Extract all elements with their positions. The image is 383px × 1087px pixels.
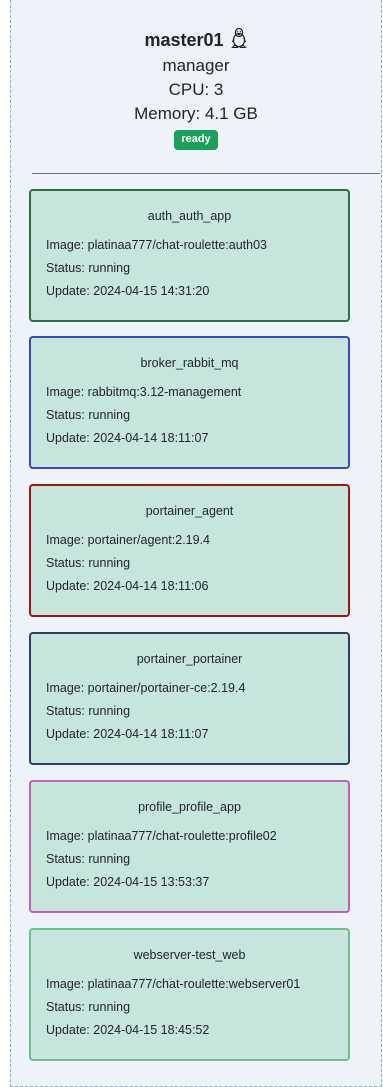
service-status: Status: running <box>46 261 131 275</box>
service-update: Update: 2024-04-14 18:11:07 <box>46 727 209 741</box>
service-update: Update: 2024-04-14 18:11:06 <box>46 579 209 593</box>
service-update: Update: 2024-04-14 18:11:07 <box>46 431 209 445</box>
service-name: broker_rabbit_mq <box>140 356 239 370</box>
service-card[interactable]: portainer_portainer Image: portainer/port… <box>29 632 350 765</box>
service-status: Status: running <box>46 704 131 718</box>
service-status: Status: running <box>46 556 131 570</box>
service-image: Image: platinaa777/chat-roulette:auth03 <box>46 238 267 252</box>
node-header: master01 manager CPU: 3 Memory: 4.1 GB r… <box>11 0 381 150</box>
service-image: Image: rabbitmq:3.12-management <box>46 385 242 399</box>
node-memory: Memory: 4.1 GB <box>134 104 258 123</box>
divider <box>32 173 380 174</box>
service-name: webserver-test_web <box>133 948 246 962</box>
service-image: Image: platinaa777/chat-roulette:profile… <box>46 829 277 843</box>
node-role: manager <box>162 56 230 75</box>
service-image: Image: portainer/portainer-ce:2.19.4 <box>46 681 246 695</box>
service-card[interactable]: broker_rabbit_mq Image: rabbitmq:3.12-man… <box>29 336 350 469</box>
service-card[interactable]: portainer_agent Image: portainer/agent:2.… <box>29 484 350 617</box>
service-update: Update: 2024-04-15 18:45:52 <box>46 1023 210 1037</box>
service-card[interactable]: webserver-test_web Image: platinaa777/cha… <box>29 928 350 1061</box>
service-status: Status: running <box>46 408 131 422</box>
status-badge: ready <box>174 130 218 150</box>
service-name: auth_auth_app <box>147 209 232 223</box>
service-image: Image: platinaa777/chat-roulette:webserv… <box>46 977 301 991</box>
service-name: portainer_portainer <box>136 652 243 666</box>
service-update: Update: 2024-04-15 14:31:20 <box>46 284 210 298</box>
node-title-row: master01 <box>11 27 381 53</box>
linux-penguin-icon <box>230 27 248 49</box>
service-status: Status: running <box>46 852 131 866</box>
service-name: portainer_agent <box>145 504 234 518</box>
service-update: Update: 2024-04-15 13:53:37 <box>46 875 210 889</box>
service-image: Image: portainer/agent:2.19.4 <box>46 533 211 547</box>
service-status: Status: running <box>46 1000 131 1014</box>
service-card[interactable]: profile_profile_app Image: platinaa777/ch… <box>29 780 350 913</box>
node-name: master01 <box>144 29 224 50</box>
service-card[interactable]: auth_auth_app Image: platinaa777/chat-rou… <box>29 189 350 322</box>
service-name: profile_profile_app <box>138 800 241 814</box>
node-cpu: CPU: 3 <box>168 80 224 99</box>
